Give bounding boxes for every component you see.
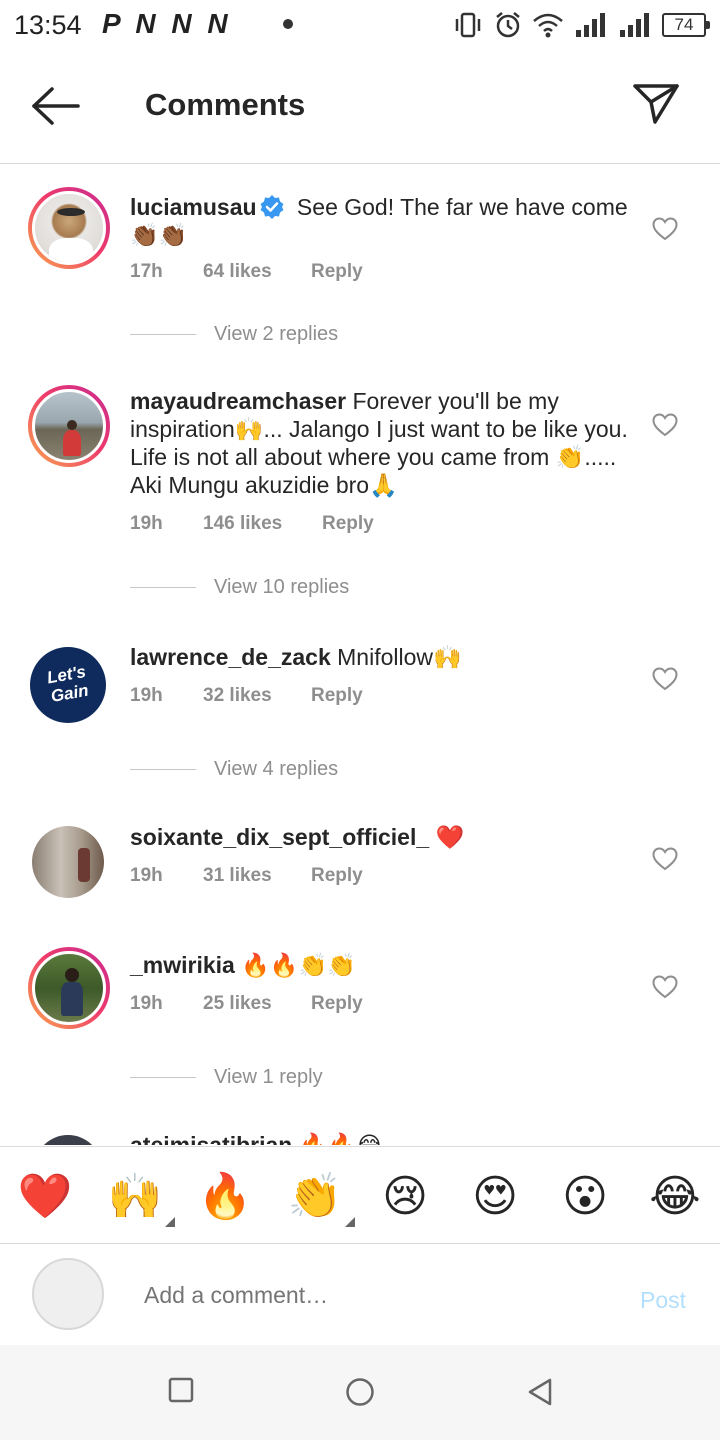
- comment-text: ❤️: [429, 824, 465, 850]
- comment-time: 19h: [130, 513, 163, 534]
- comment-meta: 19h 31 likes Reply: [130, 865, 363, 887]
- comment-body: soixante_dix_sept_officiel_ ❤️: [130, 823, 630, 851]
- status-time: 13:54: [14, 10, 82, 40]
- divider: [130, 769, 196, 770]
- emoji-raising-hands[interactable]: 🙌: [107, 1169, 175, 1227]
- comment-username[interactable]: luciamusau: [130, 194, 257, 220]
- comment-likes[interactable]: 64 likes: [203, 261, 311, 283]
- avatar[interactable]: [28, 385, 110, 467]
- view-replies-label: View 4 replies: [214, 758, 339, 780]
- battery-icon: 74: [662, 13, 710, 37]
- avatar[interactable]: Let's Gain: [30, 647, 106, 723]
- emoji-glyph: 👏: [287, 1172, 343, 1221]
- back-nav-icon[interactable]: [526, 1377, 554, 1407]
- avatar[interactable]: [34, 1135, 102, 1145]
- view-replies-label: View 2 replies: [214, 323, 339, 345]
- comment-body: _mwirikia 🔥🔥👏👏: [130, 951, 630, 979]
- emoji-heart-eyes[interactable]: 😍: [467, 1169, 523, 1225]
- send-direct-icon[interactable]: [632, 82, 680, 126]
- emoji-surprised-face[interactable]: 😮: [557, 1169, 613, 1225]
- emoji-tears-of-joy[interactable]: 😂: [647, 1169, 703, 1225]
- comment-meta: 19h 146 likes Reply: [130, 513, 374, 535]
- vibrate-icon: [455, 12, 481, 38]
- heart-icon[interactable]: [652, 667, 678, 691]
- reply-button[interactable]: Reply: [311, 865, 363, 887]
- verified-badge-icon: [260, 195, 284, 219]
- avatar[interactable]: [28, 947, 110, 1029]
- current-user-avatar: [32, 1258, 104, 1330]
- heart-icon[interactable]: [652, 217, 678, 241]
- reply-button[interactable]: Reply: [322, 513, 374, 535]
- post-button[interactable]: Post: [640, 1287, 686, 1314]
- comment-text: Mnifollow🙌: [330, 644, 462, 670]
- comment-input[interactable]: [144, 1279, 604, 1311]
- reply-button[interactable]: Reply: [311, 993, 363, 1015]
- view-replies-button[interactable]: View 4 replies: [130, 758, 338, 781]
- comment-username[interactable]: ateimisatibrian: [130, 1132, 292, 1145]
- comment-time: 17h: [130, 261, 163, 282]
- page-title: Comments: [145, 87, 306, 122]
- status-icons: 74: [452, 10, 710, 40]
- more-notifications-dot: [283, 19, 293, 29]
- comment-text: 🔥🔥😂: [292, 1132, 383, 1145]
- comment-likes[interactable]: 31 likes: [203, 865, 311, 887]
- comments-header: Comments: [0, 50, 720, 164]
- comment-text: 🔥🔥👏👏: [234, 952, 356, 978]
- back-arrow-icon[interactable]: [30, 86, 82, 126]
- comment-body: mayaudreamchaser Forever you'll be my in…: [130, 387, 630, 499]
- emoji-heart[interactable]: ❤️: [17, 1169, 73, 1225]
- notification-icons: P N N N: [102, 8, 232, 39]
- view-replies-label: View 10 replies: [214, 576, 350, 598]
- comment-time: 19h: [130, 685, 163, 706]
- recent-apps-icon[interactable]: [168, 1377, 194, 1403]
- comment-username[interactable]: soixante_dix_sept_officiel_: [130, 824, 429, 850]
- comment-meta: 19h 25 likes Reply: [130, 993, 363, 1015]
- divider: [130, 334, 196, 335]
- view-replies-button[interactable]: View 10 replies: [130, 576, 349, 599]
- comment-time: 19h: [130, 865, 163, 886]
- comment-meta: 19h 32 likes Reply: [130, 685, 363, 707]
- system-navigation-bar: [0, 1345, 720, 1440]
- comment-username[interactable]: mayaudreamchaser: [130, 388, 346, 414]
- comment-likes[interactable]: 32 likes: [203, 685, 311, 707]
- heart-icon[interactable]: [652, 847, 678, 871]
- comment-body: luciamusau See God! The far we have come…: [130, 193, 630, 249]
- comment-time: 19h: [130, 993, 163, 1014]
- divider: [130, 587, 196, 588]
- emoji-glyph: 🙌: [107, 1172, 163, 1221]
- comment-likes[interactable]: 25 likes: [203, 993, 311, 1015]
- comment-username[interactable]: lawrence_de_zack: [130, 644, 331, 670]
- comments-list[interactable]: luciamusau See God! The far we have come…: [0, 165, 720, 1145]
- comment-compose-bar: Post: [0, 1245, 720, 1345]
- wifi-icon: [533, 13, 563, 38]
- comment-body: ateimisatibrian 🔥🔥😂: [130, 1131, 630, 1145]
- comment-likes[interactable]: 146 likes: [203, 513, 322, 535]
- emoji-quick-bar: ❤️ 🙌 🔥 👏 😢 😍 😮 😂: [0, 1146, 720, 1244]
- avatar[interactable]: [28, 187, 110, 269]
- signal-icon-1: [576, 13, 605, 37]
- emoji-crying-face[interactable]: 😢: [377, 1169, 433, 1225]
- skin-tone-indicator-icon: [165, 1217, 175, 1227]
- view-replies-button[interactable]: View 2 replies: [130, 323, 338, 346]
- emoji-clapping-hands[interactable]: 👏: [287, 1169, 355, 1227]
- heart-icon[interactable]: [652, 975, 678, 999]
- comment-username[interactable]: _mwirikia: [130, 952, 235, 978]
- reply-button[interactable]: Reply: [311, 685, 363, 707]
- view-replies-button[interactable]: View 1 reply: [130, 1066, 323, 1089]
- comment-meta: 17h 64 likes Reply: [130, 261, 363, 283]
- heart-icon[interactable]: [652, 413, 678, 437]
- home-icon[interactable]: [345, 1377, 375, 1407]
- status-bar: 13:54 P N N N 74: [0, 0, 720, 50]
- alarm-icon: [496, 12, 520, 38]
- skin-tone-indicator-icon: [345, 1217, 355, 1227]
- divider: [130, 1077, 196, 1078]
- avatar[interactable]: [32, 826, 104, 898]
- signal-icon-2: [620, 13, 649, 37]
- view-replies-label: View 1 reply: [214, 1066, 323, 1088]
- emoji-fire[interactable]: 🔥: [197, 1169, 253, 1225]
- comment-body: lawrence_de_zack Mnifollow🙌: [130, 643, 630, 671]
- reply-button[interactable]: Reply: [311, 261, 363, 283]
